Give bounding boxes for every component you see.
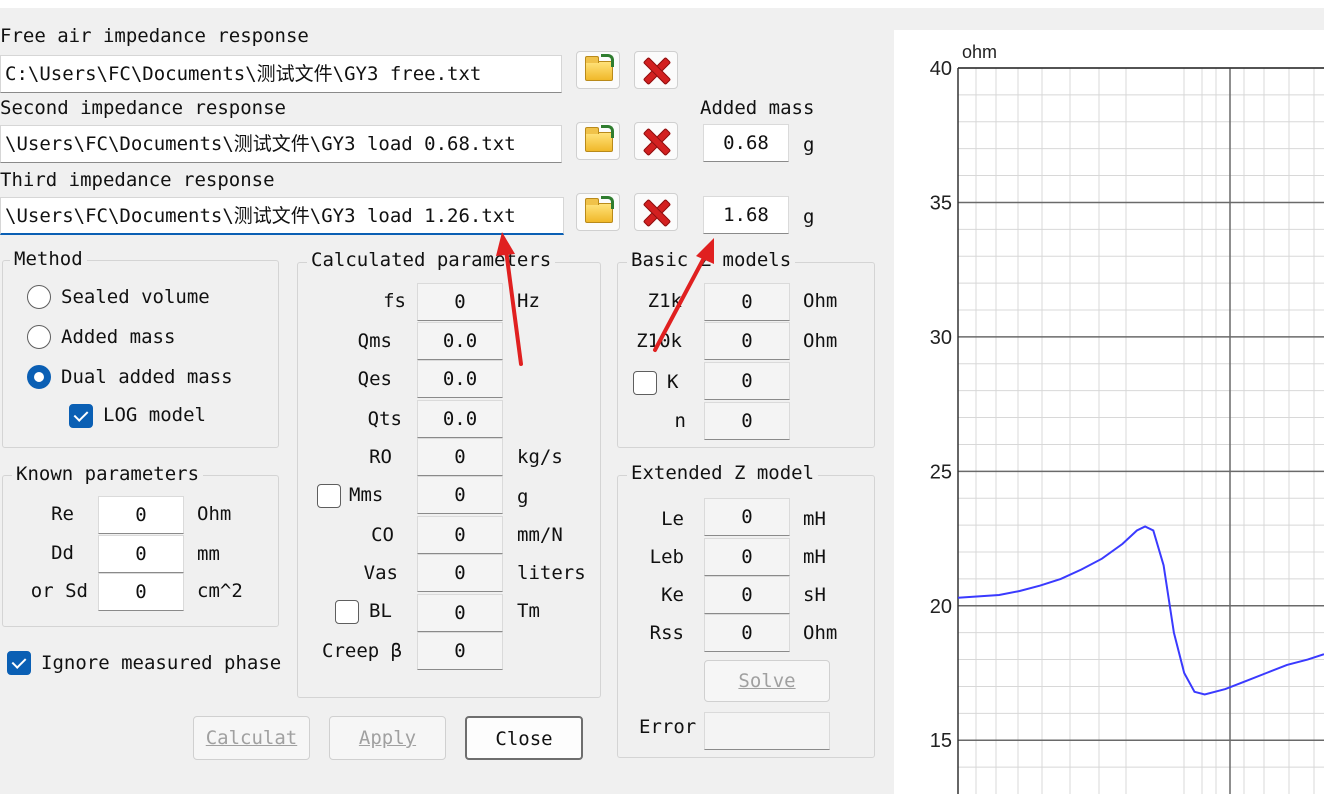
apply-button[interactable]: Apply <box>329 716 446 760</box>
y-tick-label: 35 <box>930 192 952 214</box>
extended-z-model-title: Extended Z model <box>627 462 819 484</box>
known-parameters-title: Known parameters <box>12 463 204 485</box>
error-value <box>704 712 830 750</box>
arrow-to-mass-icon <box>653 238 714 352</box>
calc-label-vas: Vas <box>363 562 398 584</box>
sd-input[interactable]: 0 <box>98 573 184 611</box>
y-tick-label: 25 <box>930 461 952 483</box>
close-button[interactable]: Close <box>465 716 583 760</box>
dd-unit: mm <box>197 543 220 565</box>
leb-unit: mH <box>803 546 826 568</box>
calculate-label: Calculat <box>205 727 298 749</box>
bl-unit: Tm <box>517 600 540 622</box>
vas-value: 0 <box>417 554 503 592</box>
ke-unit: sH <box>803 584 826 606</box>
qts-value: 0.0 <box>417 400 503 438</box>
y-axis-unit-label: ohm <box>962 42 997 62</box>
annotation-arrows <box>496 232 714 366</box>
ignore-phase-label: Ignore measured phase <box>41 652 282 674</box>
log-model-label: LOG model <box>103 404 206 426</box>
vas-unit: liters <box>517 562 586 584</box>
creep-value: 0 <box>417 632 503 670</box>
ext-label-leb: Leb <box>649 546 684 568</box>
solve-button[interactable]: Solve <box>704 660 830 702</box>
mms-checkbox[interactable] <box>317 484 341 508</box>
ro-unit: kg/s <box>517 446 563 468</box>
calc-label-mms: Mms <box>349 484 384 506</box>
bl-checkbox[interactable] <box>335 600 359 624</box>
error-label: Error <box>639 716 697 738</box>
ext-label-rss: Rss <box>649 622 684 644</box>
y-tick-label: 30 <box>930 327 952 349</box>
y-tick-label: 40 <box>930 58 952 80</box>
y-tick-label: 15 <box>930 730 952 752</box>
calc-label-bl: BL <box>369 600 392 622</box>
impedance-chart[interactable]: 15 20 25 30 35 40 ohm <box>894 30 1324 794</box>
rss-unit: Ohm <box>803 622 838 644</box>
y-tick-label: 20 <box>930 596 952 618</box>
co-unit: mm/N <box>517 524 563 546</box>
calc-label-ro: RO <box>369 446 392 468</box>
basic-label-n: n <box>674 410 686 432</box>
co-value: 0 <box>417 516 503 554</box>
dd-input[interactable]: 0 <box>98 535 184 573</box>
calculate-button[interactable]: Calculat <box>193 716 310 760</box>
re-input[interactable]: 0 <box>98 496 184 534</box>
chart-canvas: 15 20 25 30 35 40 ohm <box>930 42 1324 794</box>
ext-label-le: Le <box>661 508 684 530</box>
bl-value: 0 <box>417 594 503 632</box>
calc-label-qts: Qts <box>367 408 402 430</box>
known-label-sd: or Sd <box>30 580 88 602</box>
mms-value: 0 <box>417 476 503 514</box>
mms-unit: g <box>517 486 529 508</box>
ke-value: 0 <box>704 576 790 614</box>
apply-label: Apply <box>358 727 417 749</box>
n-value: 0 <box>704 402 790 440</box>
known-label-re: Re <box>51 503 74 525</box>
solve-label: Solve <box>738 670 796 692</box>
sd-unit: cm^2 <box>197 580 243 602</box>
le-unit: mH <box>803 508 826 530</box>
ignore-phase-checkbox[interactable] <box>7 651 31 675</box>
known-label-dd: Dd <box>51 542 74 564</box>
calc-label-creep: Creep β <box>322 640 403 662</box>
rss-value: 0 <box>704 614 790 652</box>
le-value: 0 <box>704 498 790 536</box>
log-model-checkbox[interactable] <box>69 404 93 428</box>
close-label: Close <box>495 728 553 750</box>
calc-label-co: CO <box>371 524 394 546</box>
arrow-to-file-icon <box>496 232 523 366</box>
ro-value: 0 <box>417 438 503 476</box>
ext-label-ke: Ke <box>661 584 684 606</box>
leb-value: 0 <box>704 538 790 576</box>
re-unit: Ohm <box>197 503 232 525</box>
